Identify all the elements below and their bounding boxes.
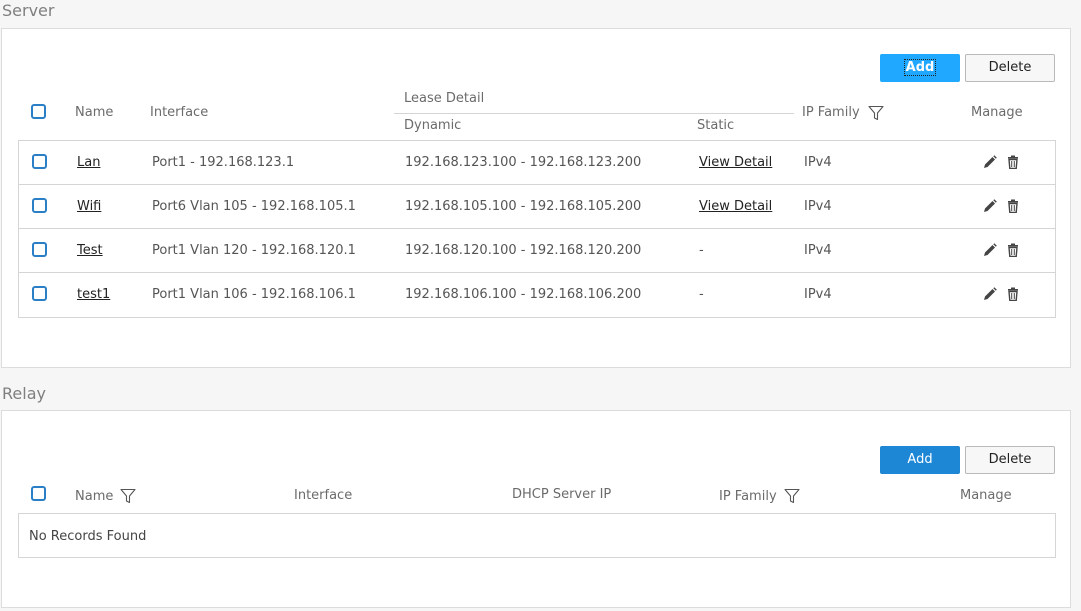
server-header-lease-detail: Lease Detail xyxy=(404,91,485,106)
pencil-edit-icon[interactable] xyxy=(983,243,997,257)
pencil-edit-icon[interactable] xyxy=(983,155,997,169)
row-ip-family: IPv4 xyxy=(804,155,832,170)
relay-header-interface[interactable]: Interface xyxy=(294,488,352,503)
server-section-title: Server xyxy=(2,1,55,20)
row-name-link[interactable]: Lan xyxy=(77,155,100,170)
server-header-manage: Manage xyxy=(971,105,1023,120)
lease-detail-divider xyxy=(394,113,794,114)
ip-family-filter-icon[interactable] xyxy=(784,488,800,504)
row-static-view-detail-link[interactable]: View Detail xyxy=(699,199,772,214)
row-name-link[interactable]: test1 xyxy=(77,287,110,302)
row-ip-family: IPv4 xyxy=(804,287,832,302)
row-checkbox[interactable] xyxy=(32,154,47,169)
relay-table-body: No Records Found xyxy=(18,513,1056,558)
pencil-edit-icon[interactable] xyxy=(983,287,997,301)
relay-delete-button[interactable]: Delete xyxy=(965,446,1055,474)
table-row: Test Port1 Vlan 120 - 192.168.120.1 192.… xyxy=(19,229,1055,273)
table-row: Lan Port1 - 192.168.123.1 192.168.123.10… xyxy=(19,141,1055,185)
server-header-static[interactable]: Static xyxy=(697,118,734,133)
server-panel: Add Delete Name Interface Lease Detail D… xyxy=(1,28,1071,368)
row-name-link[interactable]: Wifi xyxy=(77,199,101,214)
row-static-view-detail-link[interactable]: View Detail xyxy=(699,155,772,170)
trash-delete-icon[interactable] xyxy=(1006,199,1020,213)
server-table-body: Lan Port1 - 192.168.123.1 192.168.123.10… xyxy=(18,140,1056,318)
trash-delete-icon[interactable] xyxy=(1006,287,1020,301)
pencil-edit-icon[interactable] xyxy=(983,199,997,213)
row-ip-family: IPv4 xyxy=(804,199,832,214)
name-filter-icon[interactable] xyxy=(120,488,136,504)
server-header-ip-family[interactable]: IP Family xyxy=(802,105,860,120)
row-dynamic: 192.168.105.100 - 192.168.105.200 xyxy=(405,199,642,214)
row-static: - xyxy=(699,287,704,302)
server-add-button[interactable]: Add xyxy=(880,54,960,82)
relay-add-button[interactable]: Add xyxy=(880,446,960,474)
table-row: Wifi Port6 Vlan 105 - 192.168.105.1 192.… xyxy=(19,185,1055,229)
table-row: test1 Port1 Vlan 106 - 192.168.106.1 192… xyxy=(19,273,1055,317)
trash-delete-icon[interactable] xyxy=(1006,155,1020,169)
relay-section-title: Relay xyxy=(2,384,46,403)
row-interface: Port6 Vlan 105 - 192.168.105.1 xyxy=(152,199,356,214)
relay-panel: Add Delete Name Interface DHCP Server IP… xyxy=(1,410,1071,608)
relay-header-name[interactable]: Name xyxy=(75,489,113,504)
row-interface: Port1 Vlan 120 - 192.168.120.1 xyxy=(152,243,356,258)
server-header-interface[interactable]: Interface xyxy=(150,105,208,120)
relay-header-ip-family[interactable]: IP Family xyxy=(719,489,777,504)
relay-select-all-checkbox[interactable] xyxy=(31,486,46,501)
row-dynamic: 192.168.120.100 - 192.168.120.200 xyxy=(405,243,642,258)
relay-header-dhcp-server-ip[interactable]: DHCP Server IP xyxy=(512,487,611,502)
server-select-all-checkbox[interactable] xyxy=(31,104,46,119)
server-delete-button[interactable]: Delete xyxy=(965,54,1055,82)
row-dynamic: 192.168.106.100 - 192.168.106.200 xyxy=(405,287,642,302)
ip-family-filter-icon[interactable] xyxy=(868,105,884,121)
row-checkbox[interactable] xyxy=(32,286,47,301)
relay-header-manage: Manage xyxy=(960,488,1012,503)
trash-delete-icon[interactable] xyxy=(1006,243,1020,257)
empty-state-message: No Records Found xyxy=(29,529,147,544)
row-ip-family: IPv4 xyxy=(804,243,832,258)
row-checkbox[interactable] xyxy=(32,242,47,257)
row-interface: Port1 - 192.168.123.1 xyxy=(152,155,295,170)
row-name-link[interactable]: Test xyxy=(77,243,103,258)
server-header-dynamic[interactable]: Dynamic xyxy=(404,118,461,133)
row-interface: Port1 Vlan 106 - 192.168.106.1 xyxy=(152,287,356,302)
row-checkbox[interactable] xyxy=(32,198,47,213)
server-header-name[interactable]: Name xyxy=(75,105,113,120)
row-static: - xyxy=(699,243,704,258)
row-dynamic: 192.168.123.100 - 192.168.123.200 xyxy=(405,155,642,170)
